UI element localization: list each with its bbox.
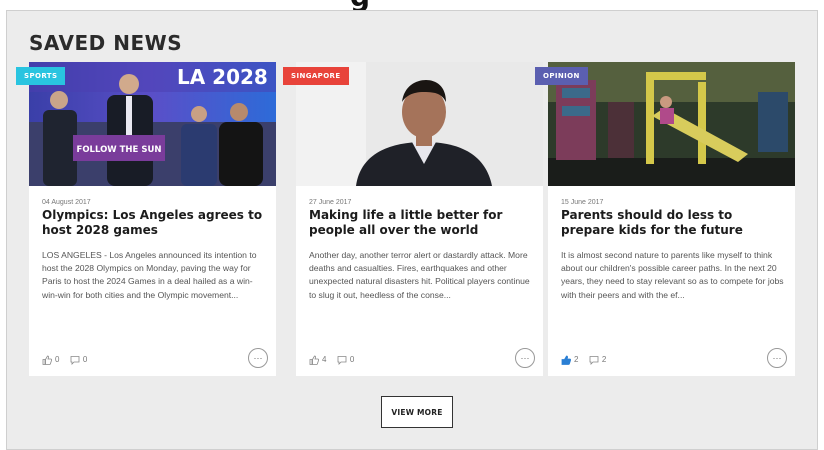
sign-text: FOLLOW THE SUN — [77, 145, 162, 155]
like-count: 0 — [55, 355, 60, 365]
news-excerpt: It is almost second nature to parents li… — [561, 250, 784, 300]
comment-count: 2 — [601, 355, 607, 365]
like-stat[interactable]: 2 — [561, 355, 578, 365]
news-title[interactable]: Olympics: Los Angeles agrees to host 202… — [42, 208, 267, 238]
comment-stat[interactable]: 0 — [337, 355, 354, 365]
news-date: 15 June 2017 — [561, 199, 604, 206]
comment-stat[interactable]: 0 — [70, 355, 87, 365]
news-excerpt: Another day, another terror alert or das… — [309, 250, 530, 300]
thumbs-up-icon — [561, 355, 571, 365]
section-title: SAVED NEWS — [29, 31, 183, 55]
comment-icon — [337, 355, 347, 365]
comment-count: 0 — [349, 355, 355, 365]
thumbs-up-icon — [42, 355, 52, 365]
view-more-button[interactable]: VIEW MORE — [381, 396, 453, 428]
card-footer: 0 0 ··· — [42, 348, 268, 370]
comment-icon — [70, 355, 80, 365]
news-card[interactable]: SINGAPORE 27 June 2017 Making life a lit… — [283, 62, 543, 376]
news-title[interactable]: Making life a little better for people a… — [309, 208, 534, 238]
comment-count: 0 — [82, 355, 88, 365]
news-image[interactable]: LA 2028 FOLLOW THE SUN — [29, 62, 276, 186]
comment-stat[interactable]: 2 — [589, 355, 606, 365]
category-badge[interactable]: SPORTS — [16, 67, 66, 85]
comment-icon — [589, 355, 599, 365]
like-count: 4 — [322, 355, 327, 365]
news-card[interactable]: OPINION 15 June 2017 Parents should do l… — [535, 62, 795, 376]
page-header-fragment: g — [0, 0, 824, 10]
category-badge[interactable]: OPINION — [535, 67, 588, 85]
like-count: 2 — [574, 355, 579, 365]
image-caption-text: LA 2028 — [177, 65, 268, 89]
more-options-button[interactable]: ··· — [248, 348, 268, 368]
like-stat[interactable]: 4 — [309, 355, 326, 365]
like-stat[interactable]: 0 — [42, 355, 59, 365]
news-date: 27 June 2017 — [309, 199, 352, 206]
news-title[interactable]: Parents should do less to prepare kids f… — [561, 208, 786, 238]
saved-news-panel: SAVED NEWS LA 2028 FOLLOW THE SUN SPORTS… — [6, 10, 818, 450]
more-options-button[interactable]: ··· — [767, 348, 787, 368]
thumbs-up-icon — [309, 355, 319, 365]
news-date: 04 August 2017 — [42, 199, 91, 206]
more-icon: ··· — [253, 352, 263, 363]
more-options-button[interactable]: ··· — [515, 348, 535, 368]
news-excerpt: LOS ANGELES - Los Angeles announced its … — [42, 250, 257, 300]
card-footer: 4 0 ··· — [309, 348, 535, 370]
category-badge[interactable]: SINGAPORE — [283, 67, 349, 85]
card-footer: 2 2 ··· — [561, 348, 787, 370]
more-icon: ··· — [520, 352, 530, 363]
news-card[interactable]: LA 2028 FOLLOW THE SUN SPORTS 04 August … — [16, 62, 276, 376]
more-icon: ··· — [772, 352, 782, 363]
